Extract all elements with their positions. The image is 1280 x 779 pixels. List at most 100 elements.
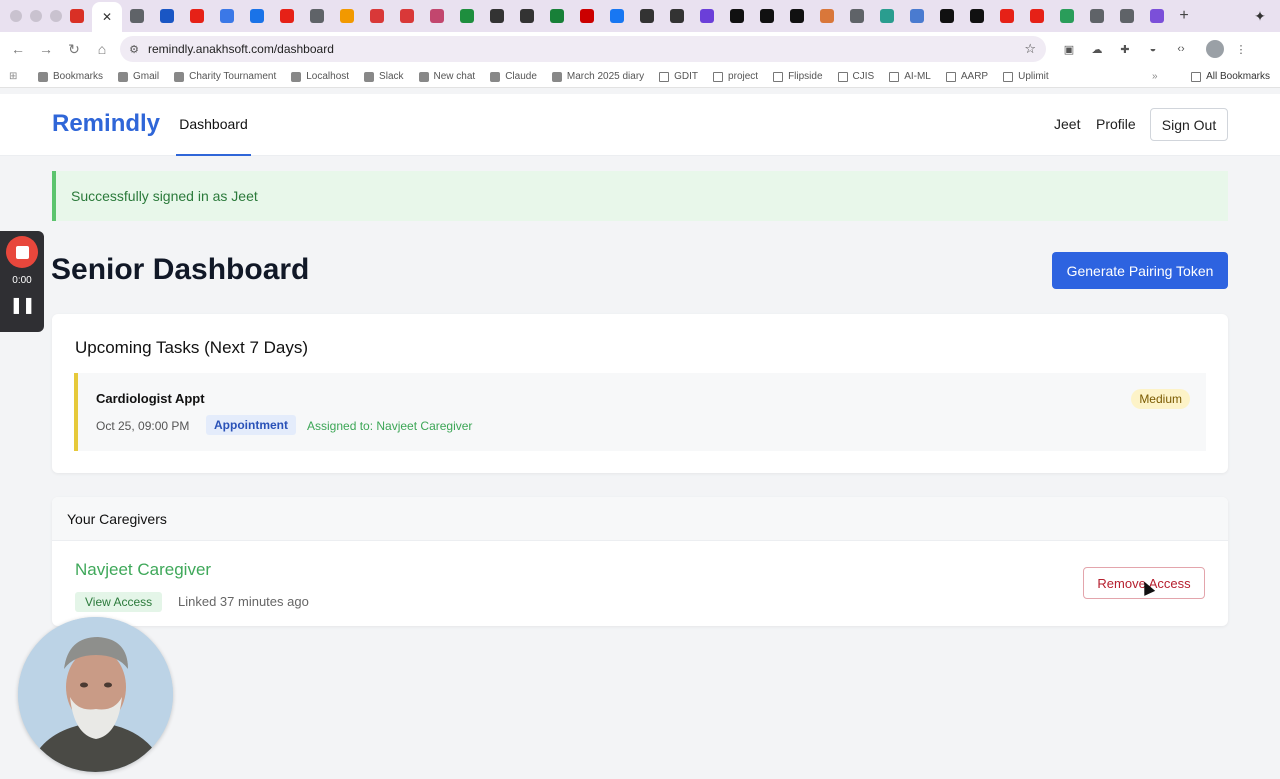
bookmark-item[interactable]: AARP xyxy=(945,71,988,82)
browser-tab[interactable] xyxy=(452,3,482,29)
browser-tab[interactable] xyxy=(692,3,722,29)
browser-tab[interactable] xyxy=(1142,3,1172,29)
bookmark-item[interactable]: GDIT xyxy=(659,71,698,82)
bookmark-item[interactable]: Uplimit xyxy=(1003,71,1049,82)
bookmark-item[interactable]: Charity Tournament xyxy=(174,71,276,82)
menu-icon[interactable]: ⋮ xyxy=(1230,38,1252,60)
browser-tab[interactable] xyxy=(272,3,302,29)
triangle-icon xyxy=(291,71,302,82)
app-icon xyxy=(400,9,414,23)
browser-tab[interactable] xyxy=(482,3,512,29)
back-icon[interactable]: ← xyxy=(4,41,32,57)
bookmark-label: Bookmarks xyxy=(53,71,104,82)
browser-tab[interactable] xyxy=(332,3,362,29)
browser-tab[interactable] xyxy=(962,3,992,29)
bookmark-item[interactable]: Gmail xyxy=(118,71,159,82)
home-icon[interactable]: ⌂ xyxy=(88,41,116,57)
browser-tab[interactable] xyxy=(122,3,152,29)
site-info-icon[interactable]: ⚙ xyxy=(120,43,148,56)
forward-icon[interactable]: → xyxy=(32,41,60,57)
browser-tab[interactable] xyxy=(242,3,272,29)
browser-tab[interactable] xyxy=(62,3,92,29)
browser-tab[interactable] xyxy=(872,3,902,29)
brand-logo[interactable]: Remindly xyxy=(52,110,160,138)
incognito-icon[interactable]: ◒ xyxy=(1142,38,1164,60)
bookmark-item[interactable]: CJIS xyxy=(837,71,874,82)
webcam-bubble[interactable] xyxy=(18,617,173,772)
bookmark-item[interactable]: Localhost xyxy=(291,71,349,82)
sign-out-button[interactable]: Sign Out xyxy=(1150,108,1228,141)
browser-tab[interactable] xyxy=(572,3,602,29)
bookmark-item[interactable]: March 2025 diary xyxy=(551,71,644,82)
bookmark-item[interactable]: Claude xyxy=(490,71,537,82)
more-bookmarks-icon[interactable]: » xyxy=(1152,71,1158,82)
browser-tab[interactable] xyxy=(302,3,332,29)
apps-grid-icon[interactable]: ⊞ xyxy=(9,71,24,82)
browser-tab[interactable] xyxy=(902,3,932,29)
user-name-link[interactable]: Jeet xyxy=(1054,116,1080,132)
bookmark-item[interactable]: Bookmarks xyxy=(38,71,103,82)
generate-pairing-token-button[interactable]: Generate Pairing Token xyxy=(1052,252,1228,289)
browser-tab[interactable] xyxy=(1112,3,1142,29)
extension-icon[interactable]: ▣ xyxy=(1058,38,1080,60)
caregivers-card-header: Your Caregivers xyxy=(52,497,1228,541)
address-bar[interactable]: ⚙ remindly.anakhsoft.com/dashboard ☆ xyxy=(120,36,1046,62)
code-icon[interactable]: ‹› xyxy=(1170,38,1192,60)
browser-tab[interactable] xyxy=(392,3,422,29)
bookmark-item[interactable]: AI-ML xyxy=(889,71,931,82)
all-bookmarks-button[interactable]: All Bookmarks xyxy=(1191,71,1270,82)
bookmark-item[interactable]: Flipside xyxy=(773,71,823,82)
app-icon xyxy=(640,9,654,23)
browser-tab[interactable] xyxy=(182,3,212,29)
browser-tab[interactable] xyxy=(842,3,872,29)
puzzle-icon[interactable]: ✚ xyxy=(1114,38,1136,60)
stop-icon xyxy=(15,245,29,259)
browser-tab[interactable] xyxy=(782,3,812,29)
browser-tab[interactable] xyxy=(932,3,962,29)
cloud-icon[interactable]: ☁ xyxy=(1086,38,1108,60)
close-window-button[interactable] xyxy=(10,10,22,22)
browser-tab[interactable] xyxy=(152,3,182,29)
browser-tab[interactable] xyxy=(362,3,392,29)
bookmark-item[interactable]: Slack xyxy=(364,71,404,82)
bookmark-item[interactable]: project xyxy=(713,71,758,82)
browser-tab[interactable] xyxy=(512,3,542,29)
gemini-icon[interactable]: ✦ xyxy=(1248,4,1272,28)
browser-tab[interactable] xyxy=(662,3,692,29)
browser-tab[interactable] xyxy=(992,3,1022,29)
folder-icon xyxy=(659,71,670,82)
url-text[interactable]: remindly.anakhsoft.com/dashboard xyxy=(148,42,334,56)
browser-tab[interactable] xyxy=(1082,3,1112,29)
profile-avatar[interactable] xyxy=(1206,40,1224,58)
browser-tab[interactable] xyxy=(1052,3,1082,29)
folder-icon xyxy=(713,71,724,82)
bookmark-label: AI-ML xyxy=(904,71,931,82)
drive-icon xyxy=(460,9,474,23)
browser-tab[interactable] xyxy=(722,3,752,29)
bookmark-star-icon[interactable]: ☆ xyxy=(1024,41,1036,57)
gmail-icon xyxy=(118,71,129,82)
new-tab-button[interactable]: + xyxy=(1172,7,1196,25)
browser-tab[interactable] xyxy=(422,3,452,29)
browser-tab[interactable] xyxy=(752,3,782,29)
pause-icon[interactable]: ❚❚ xyxy=(0,295,44,315)
browser-tab[interactable] xyxy=(812,3,842,29)
profile-link[interactable]: Profile xyxy=(1096,116,1136,132)
gmail-icon xyxy=(70,9,84,23)
browser-tab[interactable]: ✕ xyxy=(92,2,122,32)
bookmark-item[interactable]: New chat xyxy=(418,71,475,82)
minimize-window-button[interactable] xyxy=(30,10,42,22)
browser-tab[interactable] xyxy=(212,3,242,29)
success-alert: Successfully signed in as Jeet xyxy=(52,171,1228,221)
upcoming-tasks-title: Upcoming Tasks (Next 7 Days) xyxy=(75,338,309,357)
browser-tab[interactable] xyxy=(1022,3,1052,29)
reload-icon[interactable]: ↻ xyxy=(60,41,88,58)
extensions-area: ▣ ☁ ✚ ◒ ‹› ⋮ xyxy=(1058,38,1252,60)
maximize-window-button[interactable] xyxy=(50,10,62,22)
stop-recording-button[interactable] xyxy=(6,236,38,268)
browser-tab[interactable] xyxy=(632,3,662,29)
browser-tab[interactable] xyxy=(542,3,572,29)
task-item[interactable]: Cardiologist Appt Oct 25, 09:00 PM Appoi… xyxy=(74,373,1206,451)
nav-dashboard[interactable]: Dashboard xyxy=(176,94,251,156)
browser-tab[interactable] xyxy=(602,3,632,29)
